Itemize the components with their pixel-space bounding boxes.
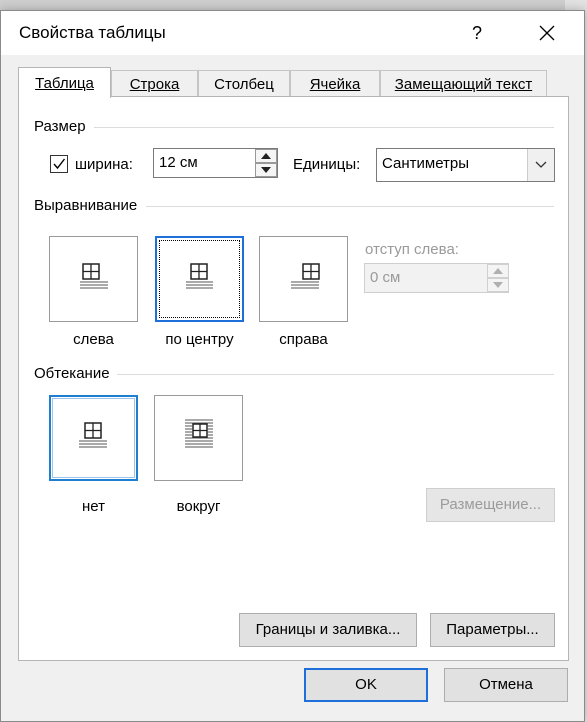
align-right-label: справа [279,331,328,348]
divider [146,206,554,207]
arrow-up-icon [493,268,503,274]
title-bar: Свойства таблицы ? [1,11,584,55]
align-left-option[interactable] [49,236,138,322]
checkmark-icon [53,158,66,170]
chevron-down-icon [535,161,547,168]
borders-and-shading-button[interactable]: Границы и заливка... [239,613,417,647]
cancel-button[interactable]: Отмена [444,668,568,702]
wrap-none-option[interactable] [49,395,138,481]
units-dropdown-button[interactable] [527,149,554,181]
indent-increment-button[interactable] [487,264,509,278]
table-align-right-icon [291,263,320,289]
positioning-button[interactable]: Размещение... [426,488,555,522]
alignment-group-label: Выравнивание [34,197,138,214]
divider [117,374,554,375]
arrow-up-icon [261,153,271,159]
tab-alt-text[interactable]: Замещающий текст [380,70,547,97]
table-align-left-icon [80,263,108,289]
table-align-center-icon [186,263,213,289]
wrapping-group-label: Обтекание [34,365,110,382]
width-decrement-button[interactable] [255,163,277,177]
dialog-title: Свойства таблицы [19,23,166,42]
width-spinner[interactable] [255,149,277,177]
width-label: ширина: [75,156,133,173]
wrap-around-label: вокруг [176,498,221,515]
units-value: Сантиметры [382,155,470,172]
indent-spinner[interactable] [487,264,509,292]
help-button[interactable]: ? [463,17,491,49]
ok-button[interactable]: OK [304,668,428,702]
close-button[interactable] [531,17,563,49]
width-checkbox[interactable] [50,155,68,173]
tab-table[interactable]: Таблица [18,67,111,98]
tab-column[interactable]: Столбец [198,70,290,97]
wrap-around-option[interactable] [154,395,243,481]
tab-panel-table: Размер ширина: 12 см Единицы: Сантиметры… [18,96,569,661]
close-icon [539,25,555,41]
wrap-none-icon [79,422,107,448]
size-group-label: Размер [34,118,86,135]
width-increment-button[interactable] [255,149,277,163]
arrow-down-icon [261,167,271,173]
units-select[interactable]: Сантиметры [376,148,555,182]
indent-label: отступ слева: [365,241,459,258]
tab-row[interactable]: Строка [111,70,198,97]
align-center-option[interactable] [155,236,244,322]
table-properties-dialog: Свойства таблицы ? Таблица Строка Столбе… [0,10,585,722]
align-center-label: по центру [165,331,234,348]
indent-decrement-button[interactable] [487,278,509,292]
wrap-around-icon [185,419,213,448]
wrap-none-label: нет [82,498,105,515]
align-right-option[interactable] [259,236,348,322]
divider [94,127,554,128]
arrow-down-icon [493,282,503,288]
tab-cell[interactable]: Ячейка [290,70,380,97]
options-button[interactable]: Параметры... [430,613,555,647]
units-label: Единицы: [293,156,361,173]
align-left-label: слева [73,331,114,348]
